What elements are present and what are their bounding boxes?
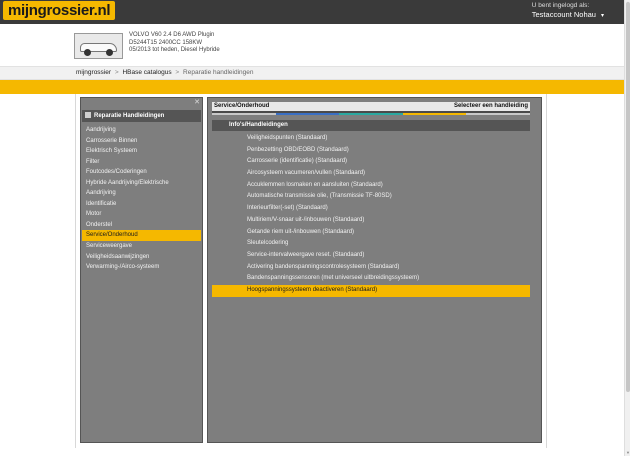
- manual-item[interactable]: Getande riem uit-/inbouwen (Standaard): [212, 227, 530, 239]
- vehicle-period: 05/2013 tot heden, Diesel Hybride: [129, 47, 220, 54]
- category-item[interactable]: Filter: [82, 157, 201, 168]
- select-manual-label: Selecteer een handleiding: [453, 103, 528, 109]
- breadcrumb-item-current: Reparatie handleidingen: [183, 69, 254, 76]
- category-item[interactable]: Aandrijving: [82, 188, 201, 199]
- category-item[interactable]: Onderstel: [82, 220, 201, 231]
- color-segment: [275, 113, 340, 115]
- category-item[interactable]: Motor: [82, 209, 201, 220]
- manual-panel: Service/Onderhoud Selecteer een handleid…: [207, 97, 542, 443]
- manual-subheader: Info's/Handleidingen: [212, 120, 530, 131]
- category-item[interactable]: Verwarming-/Airco-systeem: [82, 262, 201, 273]
- square-bullet-icon: [85, 112, 91, 118]
- category-panel-header: Reparatie Handleidingen: [82, 110, 201, 122]
- scroll-thumb[interactable]: [626, 2, 630, 392]
- color-segment: [466, 113, 530, 115]
- manual-item[interactable]: Interieurfilter(-set) (Standaard): [212, 203, 530, 215]
- color-indicator-bar: [212, 113, 530, 115]
- breadcrumb-item-catalog[interactable]: HBase catalogus: [122, 69, 171, 76]
- manual-item[interactable]: Veiligheidspunten (Standaard): [212, 133, 530, 145]
- chevron-down-icon[interactable]: ▾: [601, 13, 604, 19]
- color-segment: [402, 113, 467, 115]
- category-item[interactable]: Service/Onderhoud: [82, 230, 201, 242]
- vehicle-model: VOLVO V60 2.4 D6 AWD Plugin: [129, 32, 215, 38]
- category-item[interactable]: Aandrijving: [82, 125, 201, 136]
- vehicle-info: VOLVO V60 2.4 D6 AWD Plugin D5244T15 240…: [129, 32, 220, 55]
- vehicle-engine: D5244T15 2400CC 158KW: [129, 39, 203, 46]
- category-item[interactable]: Foutcodes/Coderingen: [82, 167, 201, 178]
- manual-item[interactable]: Automatische transmissie olie, (Transmis…: [212, 191, 530, 203]
- login-status-text: U bent ingelogd als:: [531, 2, 590, 9]
- manual-item[interactable]: Bandenspanningssensoren (met universeel …: [212, 273, 530, 285]
- category-item[interactable]: Hybride Aandrijving/Elektrische: [82, 178, 201, 189]
- manual-list: Veiligheidspunten (Standaard) Penbezettin…: [212, 133, 530, 297]
- account-menu[interactable]: U bent ingelogd als: Testaccount Nohau ▾: [532, 2, 604, 19]
- breadcrumb: mijngrossier > HBase catalogus > Reparat…: [0, 66, 630, 80]
- car-icon: [74, 33, 123, 59]
- manual-panel-title: Service/Onderhoud: [214, 103, 270, 109]
- accent-band: [0, 80, 630, 94]
- color-segment: [339, 113, 403, 115]
- category-panel-title: Reparatie Handleidingen: [94, 113, 165, 119]
- top-bar: mijngrossier.nl U bent ingelogd als: Tes…: [0, 0, 630, 24]
- manual-item[interactable]: Hoogspanningssysteem deactiveren (Standa…: [212, 284, 530, 297]
- category-panel: ✕ Reparatie Handleidingen Aandrijving Car…: [80, 97, 203, 443]
- manual-item[interactable]: Carrosserie (identificatie) (Standaard): [212, 156, 530, 168]
- breadcrumb-separator: >: [114, 69, 119, 76]
- category-item[interactable]: Carrosserie Binnen: [82, 136, 201, 147]
- breadcrumb-item-home[interactable]: mijngrossier: [76, 69, 111, 76]
- manual-item[interactable]: Accuklemmen losmaken en aansluiten (Stan…: [212, 180, 530, 192]
- manual-item[interactable]: Multiriem/V-snaar uit-/inbouwen (Standaa…: [212, 215, 530, 227]
- vehicle-header: VOLVO V60 2.4 D6 AWD Plugin D5244T15 240…: [0, 24, 630, 66]
- category-list: Aandrijving Carrosserie Binnen Elektrisch …: [82, 125, 201, 273]
- account-name[interactable]: Testaccount Nohau ▾: [532, 10, 604, 19]
- page-scrollbar[interactable]: ▲ ▼: [624, 0, 630, 456]
- color-segment: [212, 113, 276, 115]
- category-item[interactable]: Elektrisch Systeem: [82, 146, 201, 157]
- manual-item[interactable]: Service-intervalweergave reset. (Standaa…: [212, 250, 530, 262]
- manual-item[interactable]: Aircosysteem vacumeren/vullen (Standaard…: [212, 168, 530, 180]
- manual-item[interactable]: Activering bandenspanningscontrolesystee…: [212, 262, 530, 274]
- category-item[interactable]: Veiligheidsaanwijzingen: [82, 252, 201, 263]
- account-name-label: Testaccount Nohau: [531, 10, 596, 19]
- manual-item[interactable]: Penbezetting OBD/EOBD (Standaard): [212, 145, 530, 157]
- category-item[interactable]: Serviceweergave: [82, 241, 201, 252]
- site-logo[interactable]: mijngrossier.nl: [3, 1, 116, 20]
- manual-item[interactable]: Sleutelcodering: [212, 238, 530, 250]
- breadcrumb-separator: >: [175, 69, 180, 76]
- category-item[interactable]: Identificatie: [82, 199, 201, 210]
- close-icon[interactable]: ✕: [194, 99, 200, 107]
- scroll-down-icon[interactable]: ▼: [625, 450, 630, 456]
- manual-panel-header: Service/Onderhoud Selecteer een handleid…: [212, 102, 530, 111]
